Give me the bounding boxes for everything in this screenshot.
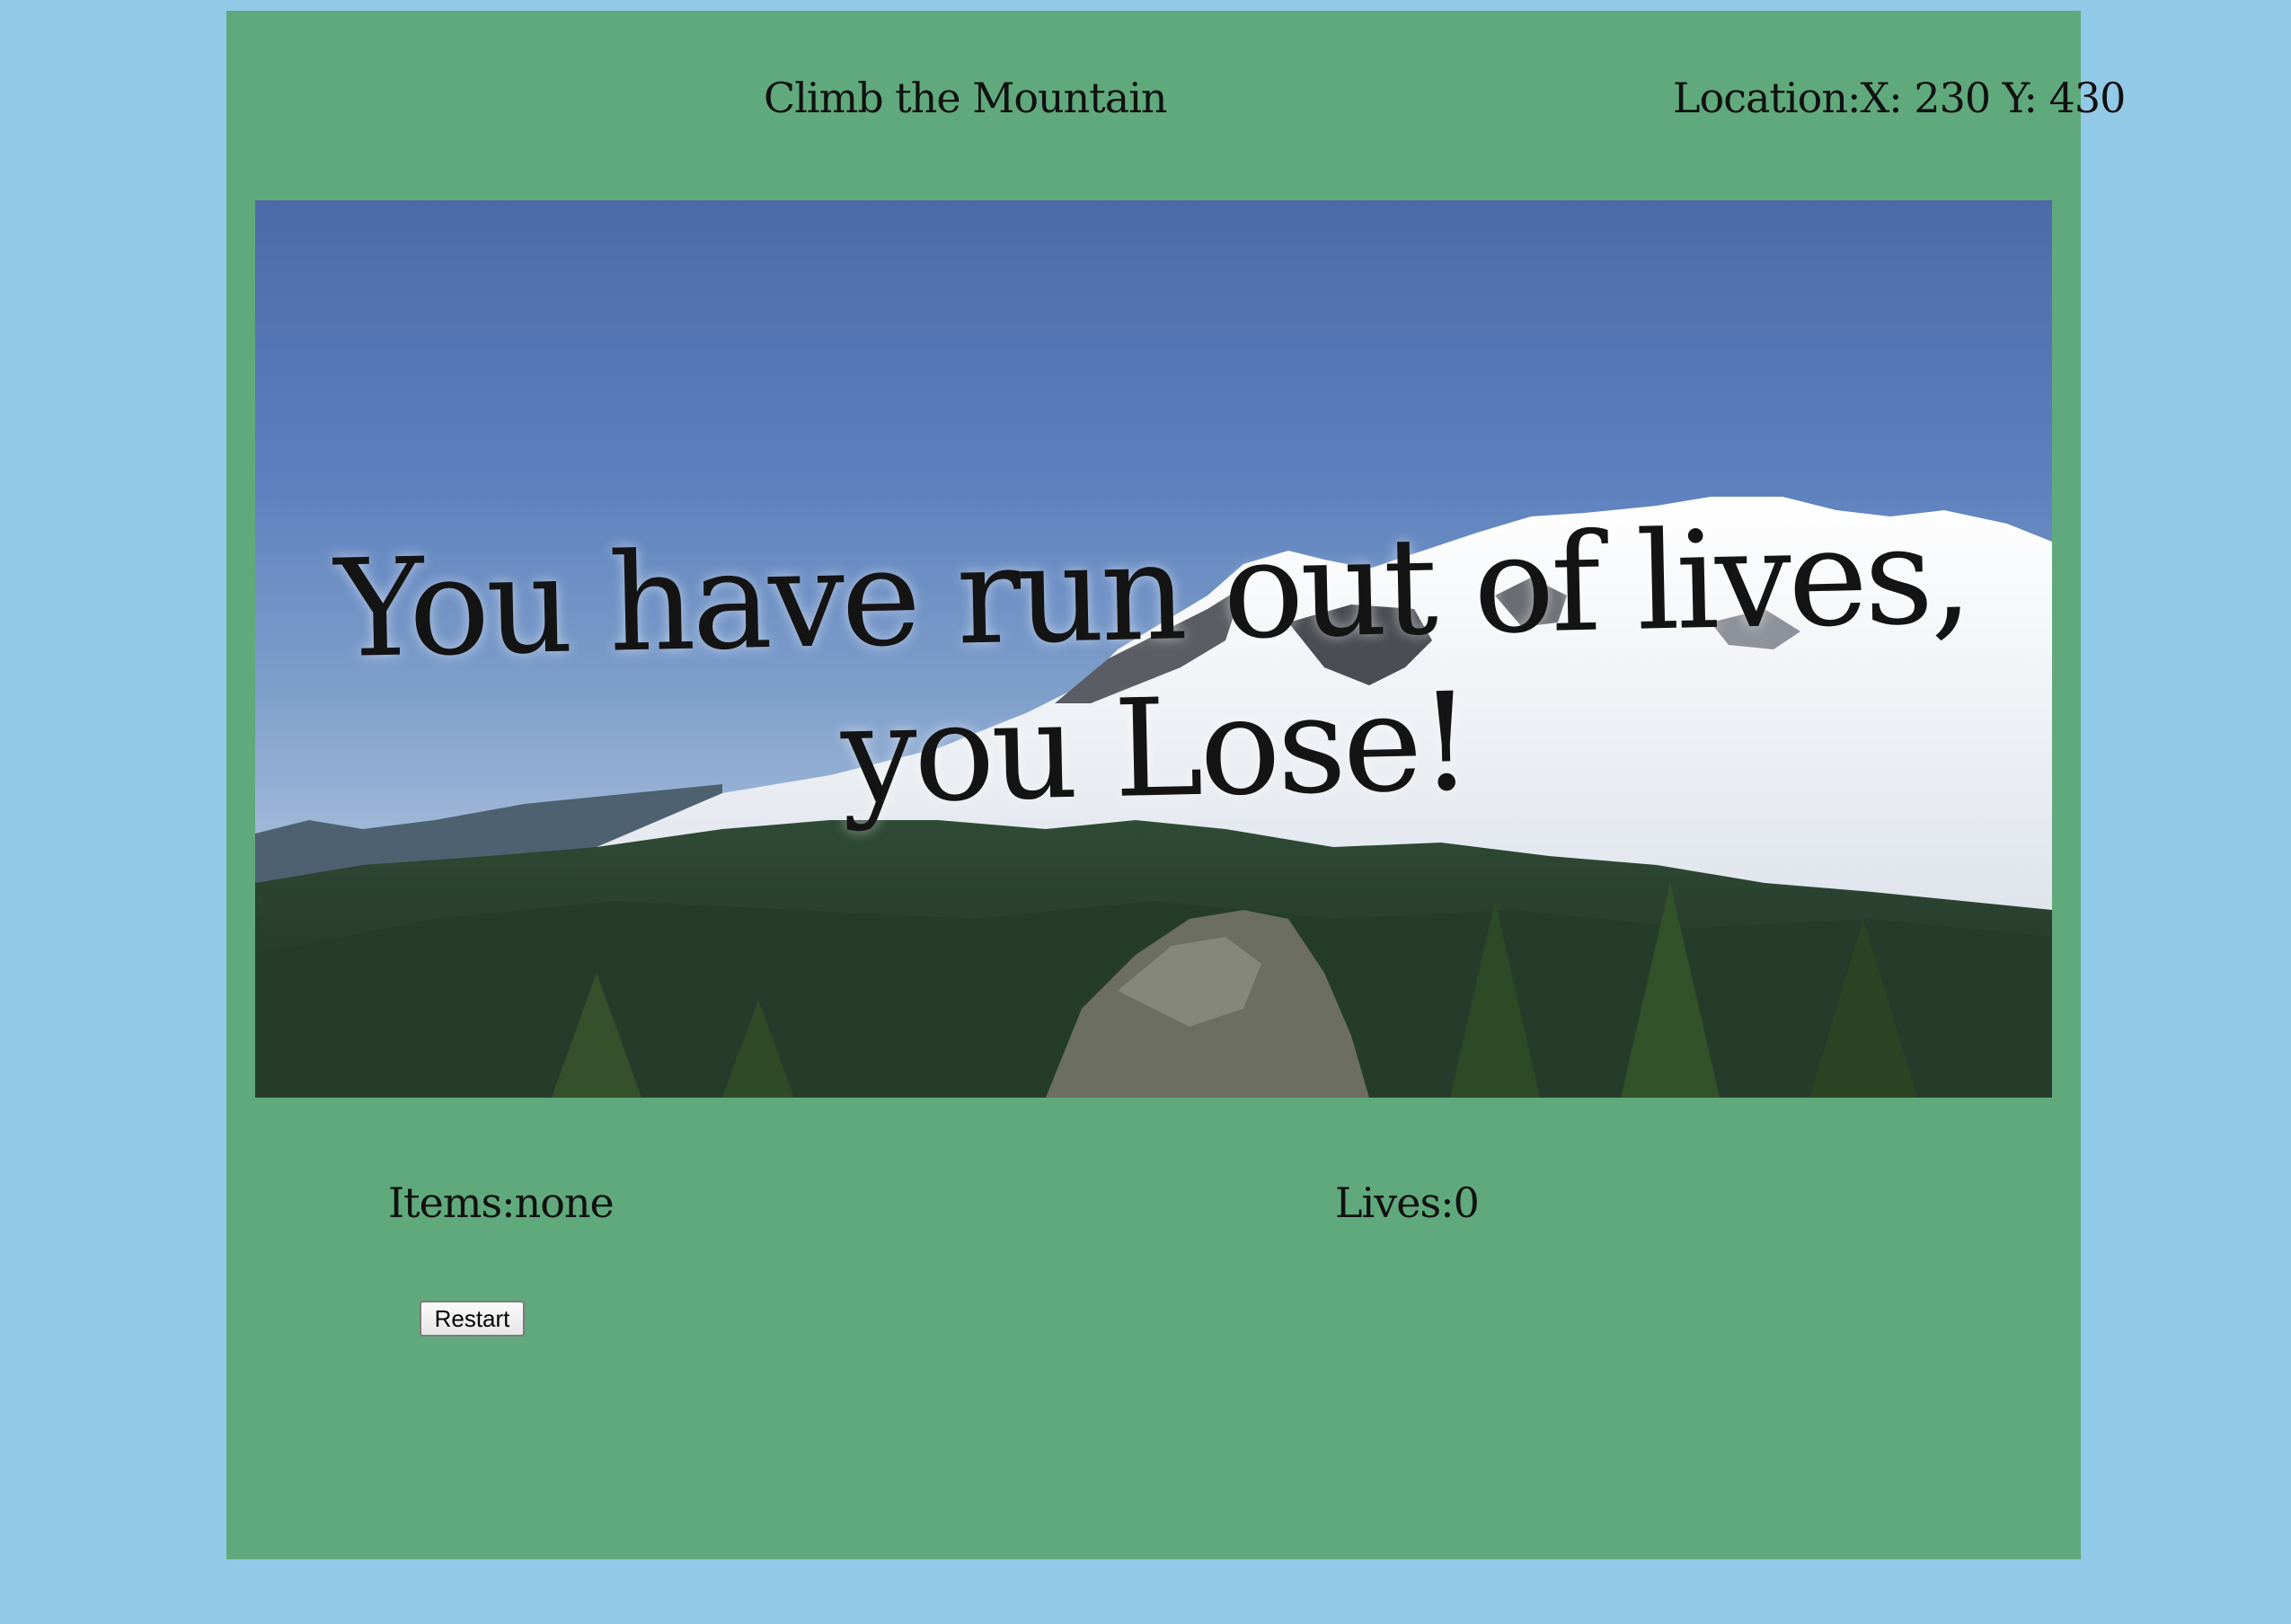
game-title: Climb the Mountain: [764, 74, 1168, 122]
location-x-label: X:: [1860, 74, 1902, 122]
lives-value: 0: [1453, 1178, 1480, 1227]
lives-status: Lives:0: [1335, 1178, 1480, 1227]
location-readout: Location:X: 230 Y: 430: [1673, 74, 2127, 122]
location-x-value: 230: [1914, 74, 1991, 122]
game-over-message: You have run out of lives, you Lose!: [333, 497, 1971, 834]
items-value: none: [514, 1178, 615, 1227]
restart-button[interactable]: Restart: [420, 1301, 525, 1337]
location-label: Location:: [1673, 74, 1861, 122]
mountain-scene-image: You have run out of lives, you Lose!: [255, 200, 2052, 1098]
location-y-label: Y:: [2002, 74, 2038, 122]
items-status: Items:none: [388, 1178, 615, 1227]
location-y-value: 430: [2048, 74, 2127, 122]
lives-label: Lives:: [1335, 1178, 1455, 1227]
items-label: Items:: [388, 1178, 516, 1227]
